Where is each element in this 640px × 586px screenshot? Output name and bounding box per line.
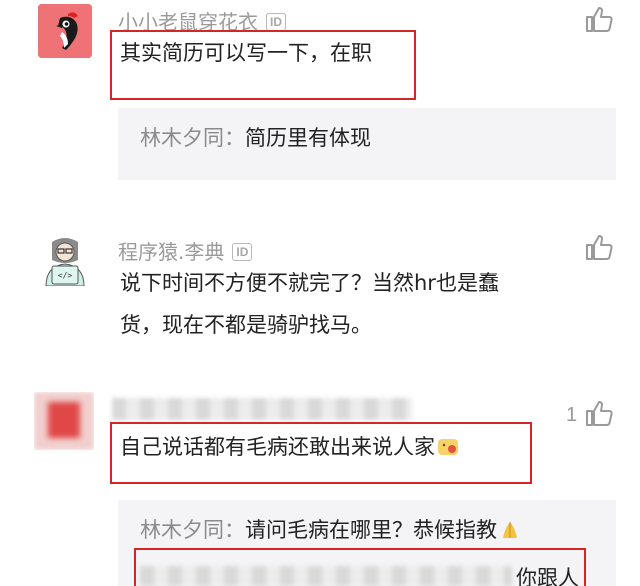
user-avatar[interactable]: </> <box>38 232 92 286</box>
partial-reply-text: 你跟人 <box>516 566 579 586</box>
blurred-reply-text <box>140 566 512 586</box>
reply-body: 请问毛病在哪里？恭候指教 <box>245 518 497 542</box>
blurred-username <box>112 398 412 420</box>
comment-username[interactable]: 小小老鼠穿花衣 ID <box>118 6 286 35</box>
thumbs-up-icon[interactable] <box>584 4 614 34</box>
reply-author[interactable]: 林木夕同： <box>140 126 245 150</box>
folded-hands-emoji-icon <box>503 522 517 538</box>
face-emoji-icon <box>438 439 458 455</box>
id-badge: ID <box>266 13 286 31</box>
comment-username[interactable]: 程序猿.李典 ID <box>118 236 253 265</box>
comment-text: 自己说话都有毛病还敢出来说人家 <box>120 428 459 466</box>
reply-text: 林木夕同：简历里有体现 <box>140 122 371 152</box>
id-badge: ID <box>232 243 253 261</box>
thumbs-up-icon[interactable] <box>584 398 614 428</box>
user-avatar[interactable] <box>38 4 92 58</box>
reply-box[interactable]: 林木夕同：简历里有体现 <box>118 108 616 180</box>
blurred-avatar[interactable] <box>34 392 94 450</box>
avatar-code-label: </> <box>58 271 73 280</box>
comment-text: 其实简历可以写一下，在职 <box>120 41 372 65</box>
comment-text-line-1: 说下时间不方便不就完了？当然hr也是蠢 <box>120 271 499 295</box>
username-text[interactable]: 小小老鼠穿花衣 <box>118 10 258 34</box>
programmer-avatar-icon: </> <box>38 232 92 286</box>
reply-body: 简历里有体现 <box>245 126 371 150</box>
like-count: 1 <box>566 404 578 426</box>
comment-text-line-2: 货，现在不都是骑驴找马。 <box>120 313 372 337</box>
comment-text-body: 自己说话都有毛病还敢出来说人家 <box>120 435 435 459</box>
username-text[interactable]: 程序猿.李典 <box>118 240 224 264</box>
reply-author[interactable]: 林木夕同： <box>140 518 245 542</box>
reply-text: 林木夕同：请问毛病在哪里？恭候指教 <box>140 514 521 544</box>
woodpecker-avatar-icon <box>38 4 92 58</box>
thumbs-up-icon[interactable] <box>584 232 614 262</box>
